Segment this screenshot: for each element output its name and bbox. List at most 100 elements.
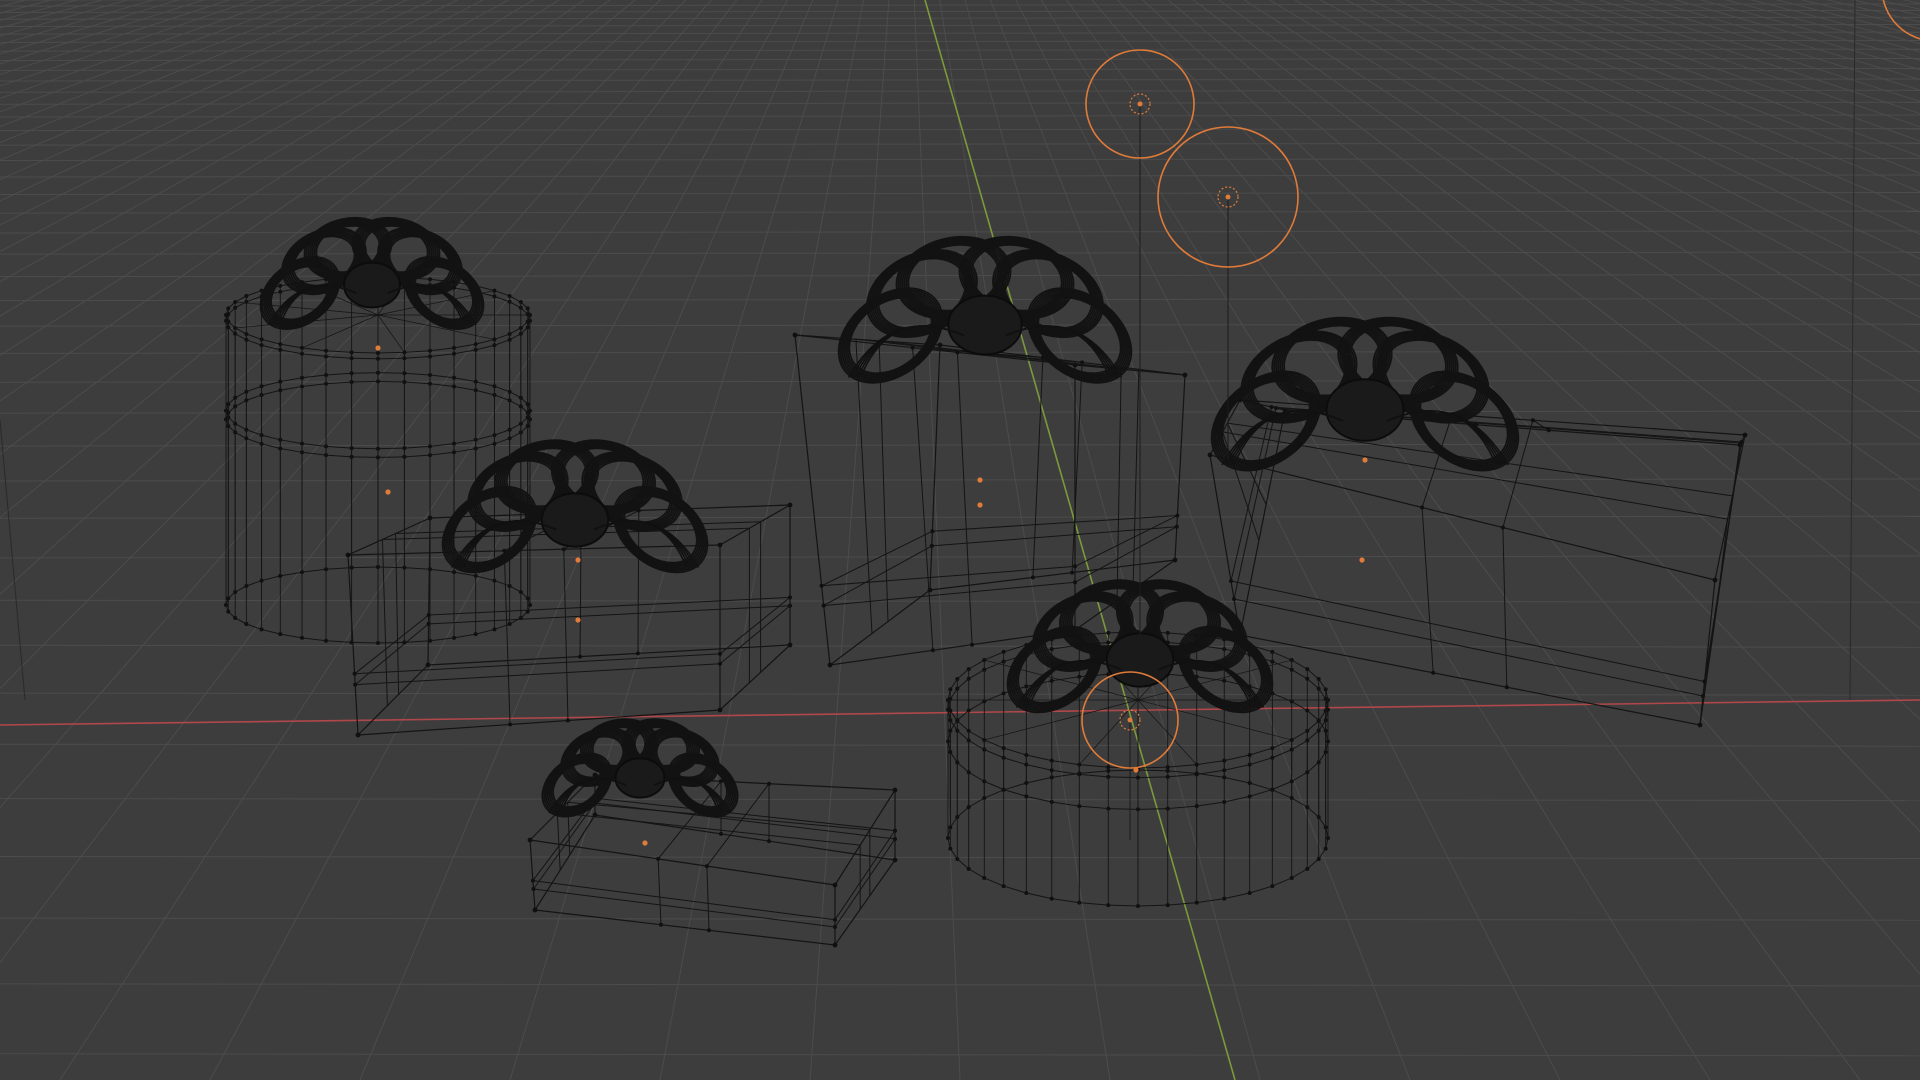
vertex — [787, 642, 793, 648]
wire-edge — [1079, 902, 1109, 906]
grid-line — [1192, 0, 1920, 555]
wire-edge — [246, 429, 262, 436]
grid-line — [0, 142, 1920, 146]
wire-edge — [719, 504, 791, 546]
vertex — [1172, 557, 1178, 563]
gift-cylinder-short[interactable] — [946, 571, 1330, 908]
grid-line — [0, 419, 26, 701]
wire-edge — [1502, 527, 1508, 688]
wire-edge — [377, 372, 405, 374]
wire-edge — [280, 633, 303, 639]
grid-line — [905, 0, 1920, 1080]
wire-edge — [428, 605, 791, 625]
vertex — [1431, 670, 1436, 675]
grid-line — [1142, 0, 1920, 720]
grid-line — [0, 57, 1920, 61]
vertex — [930, 529, 935, 534]
wire-edge — [351, 447, 379, 450]
grid-line — [1344, 0, 1920, 288]
vertex — [578, 654, 583, 659]
wire-edge — [1249, 782, 1273, 791]
wire-edge — [404, 445, 431, 449]
vertex — [832, 942, 838, 948]
grid-line — [0, 555, 1920, 559]
wire-edge — [475, 628, 495, 635]
vertex — [425, 662, 431, 668]
wire-edge — [261, 434, 281, 441]
wire-edge — [532, 880, 836, 921]
vertex — [892, 857, 898, 863]
wire-edge — [823, 581, 1076, 607]
grid-line — [0, 114, 1920, 118]
wire-edge — [246, 580, 262, 587]
vertex — [1702, 679, 1707, 684]
vertex — [970, 642, 975, 647]
grid-line — [0, 230, 1920, 234]
point-light-3[interactable] — [1081, 671, 1179, 840]
wire-edge — [325, 372, 352, 376]
vertex — [426, 613, 431, 618]
grid-line — [0, 174, 1920, 178]
wire-edge — [429, 374, 455, 379]
vertex — [833, 917, 837, 922]
wire-edge — [494, 580, 510, 587]
wire-edge — [1137, 808, 1168, 810]
wire-edge — [246, 394, 262, 401]
wire-edge — [453, 377, 476, 383]
wire-edge — [984, 780, 1004, 790]
vertex — [345, 552, 351, 558]
grid-line — [1496, 0, 1920, 157]
wire-edge — [1196, 801, 1225, 807]
wire-edge — [381, 539, 388, 706]
grid-line — [0, 191, 1920, 195]
wire-edge — [1051, 898, 1080, 904]
wire-edge — [475, 338, 495, 345]
viewport-canvas[interactable] — [0, 0, 1920, 1080]
wire-edge — [351, 566, 379, 569]
grid-line — [1116, 0, 1920, 833]
wire-edge — [1306, 668, 1320, 680]
grid-line — [1420, 0, 1920, 213]
gift-bow — [541, 718, 739, 818]
wire-edge — [556, 812, 561, 871]
vertex — [892, 787, 898, 793]
point-light-2[interactable] — [1157, 126, 1299, 460]
grid-line — [0, 31, 1920, 35]
bow-knot — [540, 492, 610, 548]
wire-edge — [377, 641, 405, 644]
grid-line — [0, 855, 1920, 859]
wire-edge — [351, 357, 379, 360]
wire-edge — [347, 517, 431, 556]
grid-line — [0, 798, 1920, 802]
wire-edge — [280, 571, 303, 577]
vertex — [787, 502, 793, 508]
wire-edge — [1026, 892, 1052, 900]
wire-edge — [246, 290, 262, 297]
grid-line — [0, 89, 1920, 93]
wire-edge — [261, 575, 281, 582]
vertex — [821, 603, 826, 608]
vertex — [1546, 428, 1551, 433]
wire-edge — [968, 771, 985, 782]
wire-edge — [1722, 495, 1733, 563]
gift-cylinder-tall[interactable] — [224, 210, 532, 645]
3d-viewport[interactable] — [0, 0, 1920, 1080]
vertex — [1701, 694, 1705, 698]
wire-edge — [280, 377, 303, 383]
vertex — [1070, 570, 1075, 575]
wire-edge — [533, 888, 836, 928]
vertex — [1030, 575, 1035, 580]
grid-line — [0, 158, 1920, 162]
gift-box-medium[interactable] — [345, 431, 793, 738]
wire-edge — [261, 344, 281, 351]
vertex — [561, 547, 566, 552]
wire-edge — [475, 389, 495, 396]
grid-line — [1471, 0, 1920, 174]
wire-edge — [357, 664, 429, 736]
wire-edge — [280, 439, 303, 445]
gift-box-small[interactable] — [527, 712, 898, 948]
grid-line — [1851, 0, 1920, 16]
wire-edge — [377, 357, 405, 360]
wire-edge — [1074, 515, 1178, 567]
wire-edge — [834, 830, 896, 921]
